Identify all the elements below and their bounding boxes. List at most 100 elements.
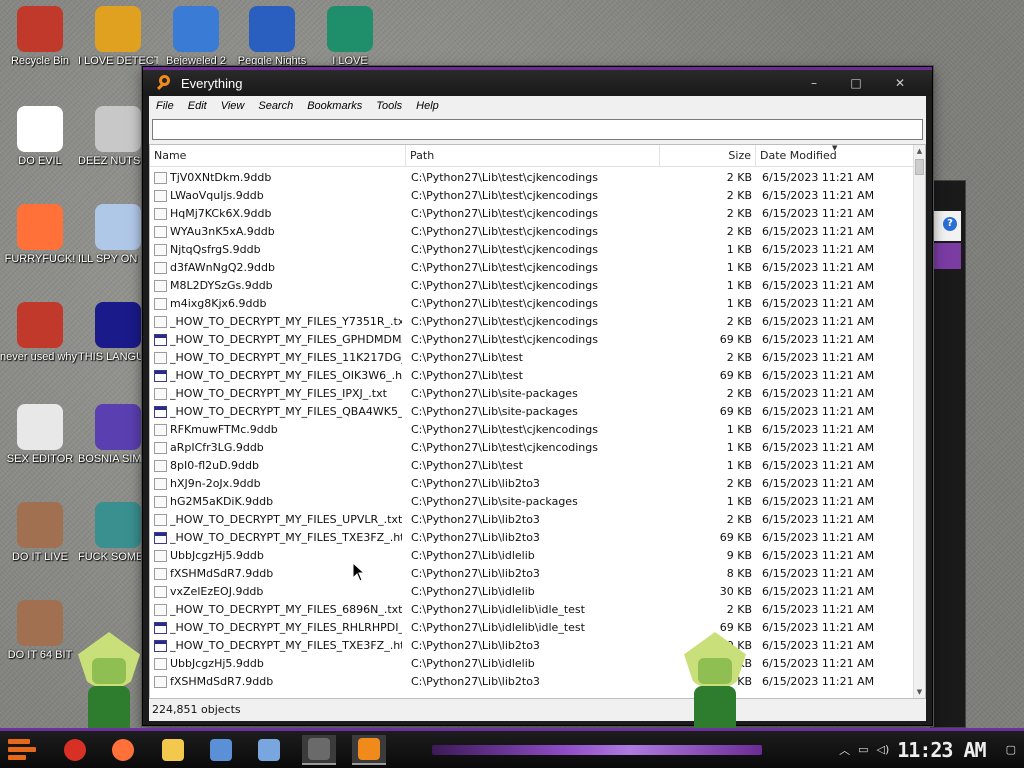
date-modified-cell: 6/15/2023 11:21 AM: [762, 423, 875, 436]
search-input[interactable]: [152, 119, 923, 140]
everything-window[interactable]: Everything – □ ✕ File Edit View Search B…: [142, 66, 933, 726]
scroll-up-arrow-icon[interactable]: ▲: [914, 145, 925, 157]
desktop-shortcut[interactable]: I LOVE DETECTING: [78, 6, 158, 68]
file-size-cell: 1 KB: [726, 441, 752, 454]
table-row[interactable]: _HOW_TO_DECRYPT_MY_FILES_Y7351R_.txt C:\P…: [150, 313, 913, 331]
table-row[interactable]: _HOW_TO_DECRYPT_MY_FILES_11K217DG_.txt C:…: [150, 349, 913, 367]
table-row[interactable]: aRpICfr3LG.9ddb C:\Python27\Lib\test\cjke…: [150, 439, 913, 457]
volume-icon[interactable]: ◁): [877, 743, 890, 756]
taskbar-app-button[interactable]: [302, 735, 336, 765]
table-row[interactable]: _HOW_TO_DECRYPT_MY_FILES_TXE3FZ_.hta C:\P…: [150, 637, 913, 655]
desktop-shortcut[interactable]: Recycle Bin: [0, 6, 80, 68]
menu-tools[interactable]: Tools: [369, 100, 409, 112]
menu-bookmarks[interactable]: Bookmarks: [300, 100, 369, 112]
table-row[interactable]: NjtqQsfrgS.9ddb C:\Python27\Lib\test\cjke…: [150, 241, 913, 259]
character-right-image: [676, 632, 754, 728]
taskbar-app-button[interactable]: [252, 735, 286, 765]
menu-view[interactable]: View: [214, 100, 252, 112]
table-row[interactable]: _HOW_TO_DECRYPT_MY_FILES_GPHDMDMA_... C:\…: [150, 331, 913, 349]
minimize-button[interactable]: –: [794, 70, 834, 96]
vertical-scrollbar[interactable]: ▲ ▼: [913, 145, 925, 698]
table-row[interactable]: hG2M5aKDiK.9ddb C:\Python27\Lib\site-pack…: [150, 493, 913, 511]
table-row[interactable]: RFKmuwFTMc.9ddb C:\Python27\Lib\test\cjke…: [150, 421, 913, 439]
taskbar-app-button[interactable]: [106, 735, 140, 765]
close-button[interactable]: ✕: [880, 70, 920, 96]
file-size-cell: 69 KB: [719, 369, 752, 382]
date-modified-cell: 6/15/2023 11:21 AM: [762, 405, 875, 418]
start-button[interactable]: [8, 737, 38, 763]
desktop-shortcut[interactable]: Bejeweled 2: [156, 6, 236, 68]
column-header-path[interactable]: Path: [406, 145, 660, 167]
file-size-cell: 69 KB: [719, 531, 752, 544]
table-row[interactable]: HqMj7KCk6X.9ddb C:\Python27\Lib\test\cjke…: [150, 205, 913, 223]
table-row[interactable]: _HOW_TO_DECRYPT_MY_FILES_UPVLR_.txt C:\Py…: [150, 511, 913, 529]
column-header-size[interactable]: Size: [660, 145, 756, 167]
desktop-shortcut[interactable]: SEX EDITOR: [0, 404, 80, 466]
mouse-cursor-icon: [352, 562, 366, 582]
show-hidden-icons-icon[interactable]: ︿: [839, 742, 850, 758]
file-icon: [154, 262, 167, 274]
menu-file[interactable]: File: [149, 100, 181, 112]
table-row[interactable]: d3fAWnNgQ2.9ddb C:\Python27\Lib\test\cjke…: [150, 259, 913, 277]
desktop-shortcut[interactable]: Peggle Nights: [232, 6, 312, 68]
table-row[interactable]: hXJ9n-2oJx.9ddb C:\Python27\Lib\lib2to3 2 …: [150, 475, 913, 493]
table-row[interactable]: m4ixg8Kjx6.9ddb C:\Python27\Lib\test\cjke…: [150, 295, 913, 313]
date-modified-cell: 6/15/2023 11:21 AM: [762, 477, 875, 490]
table-row[interactable]: _HOW_TO_DECRYPT_MY_FILES_IPXJ_.txt C:\Pyt…: [150, 385, 913, 403]
table-row[interactable]: TjV0XNtDkm.9ddb C:\Python27\Lib\test\cjke…: [150, 169, 913, 187]
detective-app-icon: [95, 6, 141, 52]
date-modified-cell: 6/15/2023 11:21 AM: [762, 387, 875, 400]
taskbar-app-button[interactable]: [58, 735, 92, 765]
table-row[interactable]: LWaoVquIjs.9ddb C:\Python27\Lib\test\cjke…: [150, 187, 913, 205]
help-icon[interactable]: ?: [943, 217, 957, 231]
table-row[interactable]: M8L2DYSzGs.9ddb C:\Python27\Lib\test\cjke…: [150, 277, 913, 295]
file-icon: [154, 514, 167, 526]
date-modified-cell: 6/15/2023 11:21 AM: [762, 189, 875, 202]
file-path-cell: C:\Python27\Lib\test\cjkencodings: [411, 261, 598, 274]
file-path-cell: C:\Python27\Lib\lib2to3: [411, 675, 540, 688]
file-path-cell: C:\Python27\Lib\site-packages: [411, 405, 578, 418]
maximize-button[interactable]: □: [836, 70, 876, 96]
network-icon[interactable]: ▭: [858, 743, 868, 756]
file-size-cell: 2 KB: [726, 387, 752, 400]
table-row[interactable]: _HOW_TO_DECRYPT_MY_FILES_TXE3FZ_.hta C:\P…: [150, 529, 913, 547]
table-row[interactable]: vxZelEzEOJ.9ddb C:\Python27\Lib\idlelib 30…: [150, 583, 913, 601]
menu-search[interactable]: Search: [251, 100, 300, 112]
scroll-down-arrow-icon[interactable]: ▼: [914, 686, 925, 698]
background-window[interactable]: ?: [930, 180, 966, 728]
table-row[interactable]: fXSHMdSdR7.9ddb C:\Python27\Lib\lib2to3 8 …: [150, 565, 913, 583]
desktop-shortcut[interactable]: DO EVIL: [0, 106, 80, 168]
table-row[interactable]: UbbJcgzHj5.9ddbC:\Python27\Lib\idlelib9 …: [150, 547, 913, 565]
scrollbar-thumb[interactable]: [915, 159, 924, 175]
desktop-shortcut[interactable]: never used why is it ...: [0, 302, 80, 364]
taskbar-app-button[interactable]: [204, 735, 238, 765]
notifications-icon[interactable]: ▢: [1006, 743, 1016, 756]
file-name-cell: d3fAWnNgQ2.9ddb: [170, 261, 275, 274]
taskbar-app-button[interactable]: [352, 735, 386, 765]
table-row[interactable]: fXSHMdSdR7.9ddb C:\Python27\Lib\lib2to3 8 …: [150, 673, 913, 691]
table-row[interactable]: _HOW_TO_DECRYPT_MY_FILES_6896N_.txt C:\Py…: [150, 601, 913, 619]
file-name-cell: _HOW_TO_DECRYPT_MY_FILES_QBA4WK5_.hta: [170, 405, 402, 418]
table-row[interactable]: WYAu3nK5xA.9ddb C:\Python27\Lib\test\cjke…: [150, 223, 913, 241]
desktop-shortcut[interactable]: DO IT 64 BIT: [0, 600, 80, 662]
file-path-cell: C:\Python27\Lib\test\cjkencodings: [411, 279, 598, 292]
desktop-shortcut[interactable]: FURRYFUCK!: [0, 204, 80, 266]
desktop-shortcut-label: never used why is it ...: [0, 351, 80, 363]
results-list[interactable]: Name Path Size Date Modified ▼ TjV0XNtDk…: [149, 144, 926, 699]
file-path-cell: C:\Python27\Lib\test\cjkencodings: [411, 297, 598, 310]
desktop-shortcut[interactable]: DO IT LIVE: [0, 502, 80, 564]
table-row[interactable]: UbbJcgzHj5.9ddbC:\Python27\Lib\idlelib9 …: [150, 655, 913, 673]
table-row[interactable]: 8pI0-fl2uD.9ddb C:\Python27\Lib\test 1 KB 6…: [150, 457, 913, 475]
date-modified-cell: 6/15/2023 11:21 AM: [762, 549, 875, 562]
table-row[interactable]: _HOW_TO_DECRYPT_MY_FILES_RHLRHPDI_.hta C:…: [150, 619, 913, 637]
title-bar[interactable]: Everything – □ ✕: [143, 67, 932, 96]
taskbar-app-button[interactable]: [156, 735, 190, 765]
desktop-shortcut[interactable]: I LOVE: [310, 6, 390, 68]
menu-edit[interactable]: Edit: [181, 100, 214, 112]
table-row[interactable]: _HOW_TO_DECRYPT_MY_FILES_QBA4WK5_.hta C:\…: [150, 403, 913, 421]
column-header-name[interactable]: Name: [150, 145, 406, 167]
table-row[interactable]: _HOW_TO_DECRYPT_MY_FILES_OIK3W6_.hta C:\P…: [150, 367, 913, 385]
file-size-cell: 2 KB: [726, 603, 752, 616]
taskbar-clock[interactable]: 11:23 AM: [897, 738, 986, 762]
menu-help[interactable]: Help: [409, 100, 446, 112]
